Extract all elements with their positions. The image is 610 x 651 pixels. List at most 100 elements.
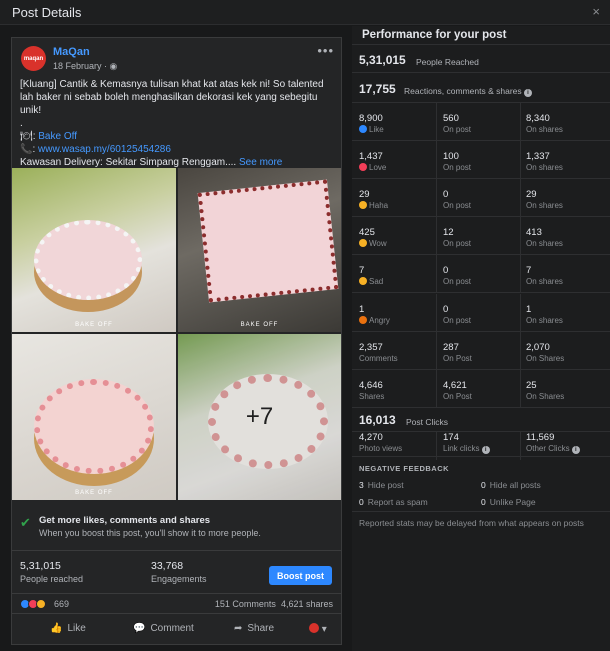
share-label: Share [247,623,275,634]
comments-on-post-value: 287 [443,341,459,353]
more-photos-overlay[interactable]: +7 [178,334,341,500]
hide-all-value: 0 [481,480,486,490]
comments-label-text: Comments [359,353,398,363]
engagements-label: Engagements [151,574,207,584]
like-button[interactable]: 👍 Like [50,623,86,634]
reaction-count[interactable]: 669 [54,599,69,609]
haha-label-text: Haha [369,201,389,211]
haha-total-value: 29 [359,189,370,201]
chevron-down-icon: ▾ [321,624,327,635]
shares-count[interactable]: 4,621 shares [281,599,333,609]
haha-total-label: Haha [359,201,388,210]
like-label: Like [67,623,86,634]
comments-shares-count[interactable]: 151 Comments 4,621 shares [215,599,333,609]
reaction-row-sad: 7 Sad 0 On post 7 On shares [352,255,610,294]
photo-4[interactable]: +7 [178,334,341,500]
sad-on-post-value: 0 [443,265,449,277]
stats-disclaimer: Reported stats may be delayed from what … [359,518,584,528]
divider [436,103,437,141]
shares-on-post-cell: 4,621 On Post [443,380,472,401]
phone-icon: 📞: [20,144,39,155]
info-icon[interactable]: i [524,89,533,97]
like-on-shares-label: On shares [526,125,563,134]
comments-on-shares-label: On Shares [526,353,565,363]
link-clicks-text: Link clicks [443,444,480,453]
close-icon[interactable]: × [592,4,600,19]
photo-2[interactable]: BAKE OFF [178,168,341,332]
wow-total-label: Wow [359,239,387,248]
shares-on-post-value: 4,621 [443,379,467,391]
post-line: . [20,118,23,129]
post-line: lah baker ni sebab boleh menghasilkan de… [20,92,318,103]
like-reaction-icon [359,125,367,133]
comments-count[interactable]: 151 Comments [215,599,276,609]
post-date: 18 February · ◉ [53,61,117,72]
like-on-post-cell: 560 On post [443,113,471,134]
cake-image [34,379,154,474]
whatsapp-link[interactable]: www.wasap.my/60125454286 [38,144,171,155]
divider [352,456,610,457]
photo-views-label: Photo views [359,444,403,453]
divider [520,255,521,293]
wow-reaction-icon [359,239,367,248]
haha-on-post-cell: 0 On post [443,189,471,210]
page-name[interactable]: MaQan [53,46,90,58]
unlike-page-stat: 0 Unlike Page [481,497,536,507]
performance-title: Performance for your post [362,29,507,41]
post-line: unik! [20,105,42,116]
boost-post-button[interactable]: Boost post [269,566,332,585]
bakeoff-line: 🍽: Bake Off [20,130,336,143]
info-icon[interactable]: i [571,446,580,454]
shares-label-text: Shares [359,391,385,401]
shares-total-label: Shares [359,392,384,401]
haha-on-shares-cell: 29 On shares [526,189,563,210]
divider [520,331,521,369]
comments-on-shares-cell: 2,070 On Shares [526,342,564,363]
boost-promo-title: Get more likes, comments and shares [39,515,211,526]
photo-1[interactable]: BAKE OFF [12,168,176,332]
post-actions: 👍 Like 💬 Comment ➦ Share ▾ [12,614,341,644]
see-more-link[interactable]: See more [239,157,282,168]
sad-on-post-label: On post [443,277,472,287]
haha-on-shares-value: 29 [526,189,537,201]
wow-on-shares-value: 413 [526,227,542,239]
link-clicks-value: 174 [443,432,459,443]
boost-promo-subtitle: When you boost this post, you'll show it… [39,528,261,538]
delivery-text: Kawasan Delivery: Sekitar Simpang Rengga… [20,157,239,168]
audience-dropdown[interactable]: ▾ [309,623,327,635]
unlike-page-value: 0 [481,497,486,507]
divider [436,217,437,255]
angry-total-value: 1 [359,303,365,315]
angry-on-shares-cell: 1 On shares [526,304,563,325]
divider [436,369,437,407]
post-text: [Kluang] Cantik & Kemasnya tulisan khat … [20,78,336,169]
comment-icon: 💬 [133,623,146,634]
avatar[interactable]: maqan [21,46,46,71]
comment-button[interactable]: 💬 Comment [133,623,194,634]
angry-reaction-icon [359,315,367,324]
reaction-row-angry: 1 Angry 0 On post 1 On shares [352,293,610,332]
link-clicks-label: Link clicks i [443,444,490,454]
haha-on-shares-label: On shares [526,201,563,211]
share-button[interactable]: ➦ Share [234,623,274,634]
info-icon[interactable]: i [481,446,490,454]
sad-on-shares-cell: 7 On shares [526,265,563,286]
wow-total-value: 425 [359,227,375,239]
wow-label-text: Wow [369,239,387,249]
people-reached-label: People Reached [416,57,479,67]
love-on-shares-value: 1,337 [526,151,550,163]
people-reached-row: 5,31,015 People Reached [352,45,610,73]
wow-on-post-label: On post [443,239,472,249]
sad-total-label: Sad [359,277,383,286]
check-icon: ✔ [20,515,31,530]
reaction-row-love: 1,437 Love 100 On post 1,337 On shares [352,141,610,180]
hide-post-value: 3 [359,480,364,490]
haha-reaction-icon [359,201,367,210]
more-options-icon[interactable]: ••• [317,43,334,58]
photo-watermark: BAKE OFF [75,322,113,328]
shares-on-shares-label: On Shares [526,391,565,401]
bakeoff-link[interactable]: Bake Off [38,131,77,142]
sad-total-cell: 7 Sad [359,265,383,286]
photo-3[interactable]: BAKE OFF [12,334,176,500]
love-reaction-icon [359,163,367,172]
